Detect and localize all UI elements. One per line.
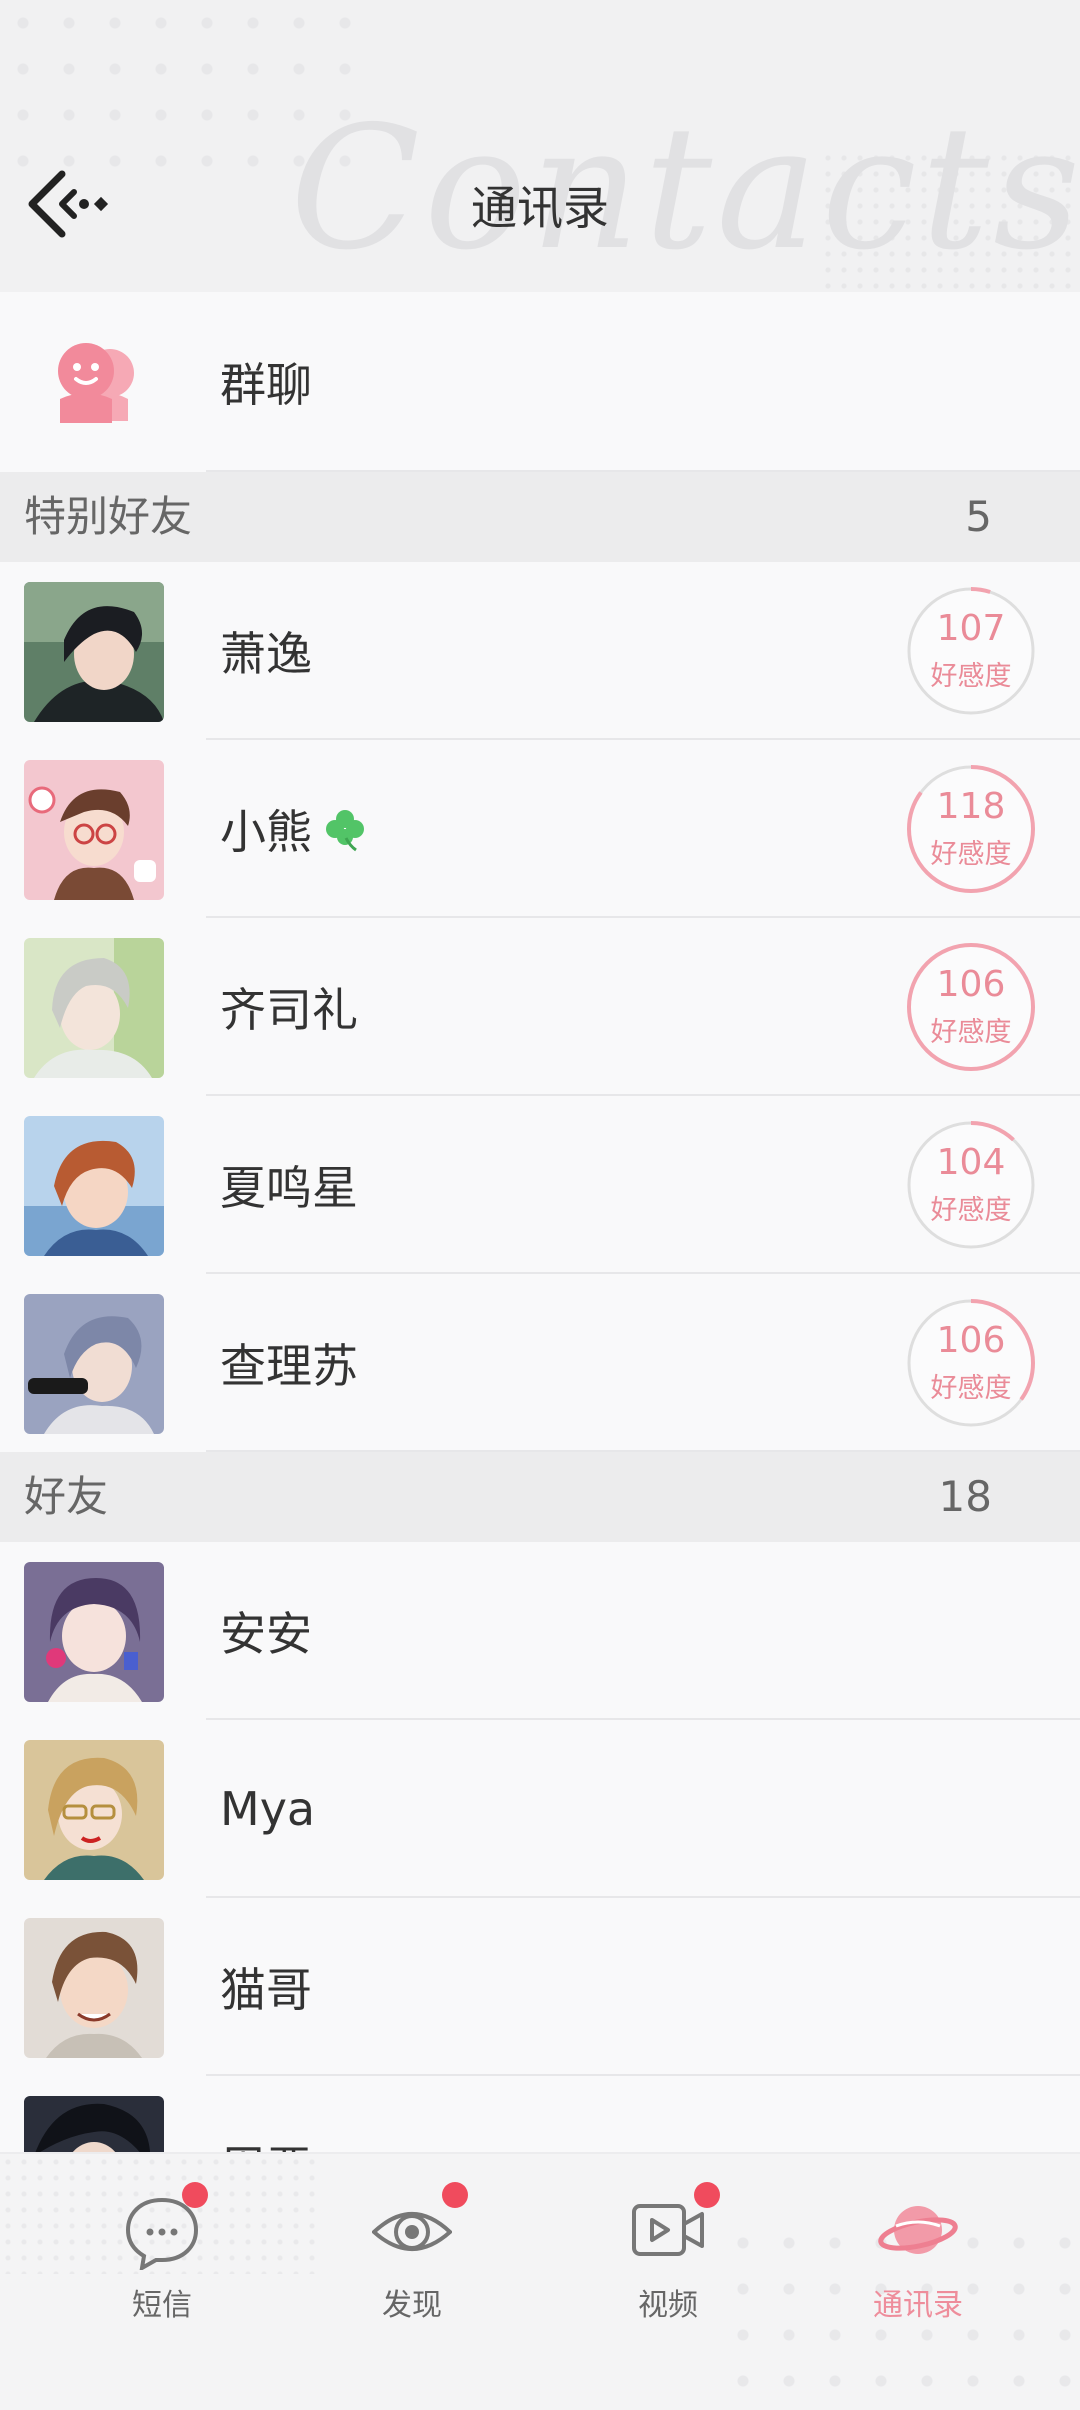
affinity-meter: 107 好感度 — [906, 586, 1036, 716]
section-count: 18 — [938, 1472, 992, 1521]
avatar — [24, 760, 164, 900]
nav-item-messages[interactable]: 短信 — [72, 2182, 252, 2340]
affinity-value: 104 — [936, 1142, 1006, 1183]
affinity-meter: 106 好感度 — [906, 942, 1036, 1072]
avatar — [24, 582, 164, 722]
contact-row-maoge[interactable]: 猫哥 — [0, 1898, 1080, 2076]
contact-row-anan[interactable]: 安安 — [0, 1542, 1080, 1720]
nav-label: 通讯录 — [873, 2288, 963, 2323]
affinity-label: 好感度 — [930, 1373, 1012, 1404]
contact-row-chalisu[interactable]: 查理苏 106 好感度 — [0, 1274, 1080, 1452]
contact-name: 夏鸣星 — [220, 1161, 358, 1215]
contact-name-text: 小熊 — [220, 805, 312, 859]
contact-name: 小熊 — [220, 740, 368, 918]
nav-item-video[interactable]: 视频 — [578, 2182, 758, 2340]
special-friends-header: 特别好友 5 — [0, 472, 1080, 562]
contacts-list: 群聊 特别好友 5 萧逸 107 好感度 小熊 118 好感度 齐司礼 106 … — [0, 292, 1080, 2254]
contact-row-qisili[interactable]: 齐司礼 106 好感度 — [0, 918, 1080, 1096]
affinity-label: 好感度 — [930, 1017, 1012, 1048]
avatar — [24, 1740, 164, 1880]
section-label: 好友 — [24, 1472, 109, 1521]
contact-name: Mya — [220, 1782, 316, 1836]
group-chat-label: 群聊 — [220, 358, 312, 412]
section-label: 特别好友 — [24, 492, 193, 541]
contact-row-xiaoyi[interactable]: 萧逸 107 好感度 — [0, 562, 1080, 740]
friends-header: 好友 18 — [0, 1452, 1080, 1542]
affinity-label: 好感度 — [930, 1195, 1012, 1226]
affinity-meter: 104 好感度 — [906, 1120, 1036, 1250]
affinity-value: 107 — [936, 608, 1006, 649]
affinity-value: 106 — [936, 964, 1006, 1005]
affinity-meter: 118 好感度 — [906, 764, 1036, 894]
nav-label: 发现 — [382, 2288, 442, 2323]
group-chat-icon — [58, 343, 134, 423]
contact-name: 安安 — [220, 1607, 312, 1661]
avatar — [24, 1294, 164, 1434]
contact-row-xiaoxiong[interactable]: 小熊 118 好感度 — [0, 740, 1080, 918]
nav-label: 短信 — [132, 2288, 192, 2323]
notification-badge — [182, 2182, 208, 2208]
group-chat-row[interactable]: 群聊 — [0, 292, 1080, 472]
contact-name: 查理苏 — [220, 1339, 358, 1393]
contact-row-mya[interactable]: Mya — [0, 1720, 1080, 1898]
section-count: 5 — [965, 492, 992, 541]
avatar — [24, 1116, 164, 1256]
header: Contacts 通讯录 — [0, 0, 1080, 292]
contact-name: 猫哥 — [220, 1963, 312, 2017]
notification-badge — [442, 2182, 468, 2208]
nav-item-discover[interactable]: 发现 — [322, 2182, 502, 2340]
eye-icon — [372, 2212, 452, 2251]
page-title: 通讯录 — [471, 181, 609, 235]
avatar — [24, 938, 164, 1078]
affinity-value: 118 — [936, 786, 1006, 827]
contact-name: 齐司礼 — [220, 983, 358, 1037]
affinity-label: 好感度 — [930, 839, 1012, 870]
bottom-nav: 短信 发现 视频 通讯录 — [0, 2152, 1080, 2410]
contact-row-xiamingxing[interactable]: 夏鸣星 104 好感度 — [0, 1096, 1080, 1274]
clover-icon — [326, 810, 364, 852]
avatar — [24, 1918, 164, 2058]
planet-icon — [878, 2206, 958, 2254]
nav-label: 视频 — [638, 2288, 698, 2323]
nav-item-contacts[interactable]: 通讯录 — [828, 2190, 1008, 2340]
affinity-meter: 106 好感度 — [906, 1298, 1036, 1428]
affinity-label: 好感度 — [930, 661, 1012, 692]
avatar — [24, 1562, 164, 1702]
affinity-value: 106 — [936, 1320, 1006, 1361]
notification-badge — [694, 2182, 720, 2208]
contact-name: 萧逸 — [220, 627, 312, 681]
